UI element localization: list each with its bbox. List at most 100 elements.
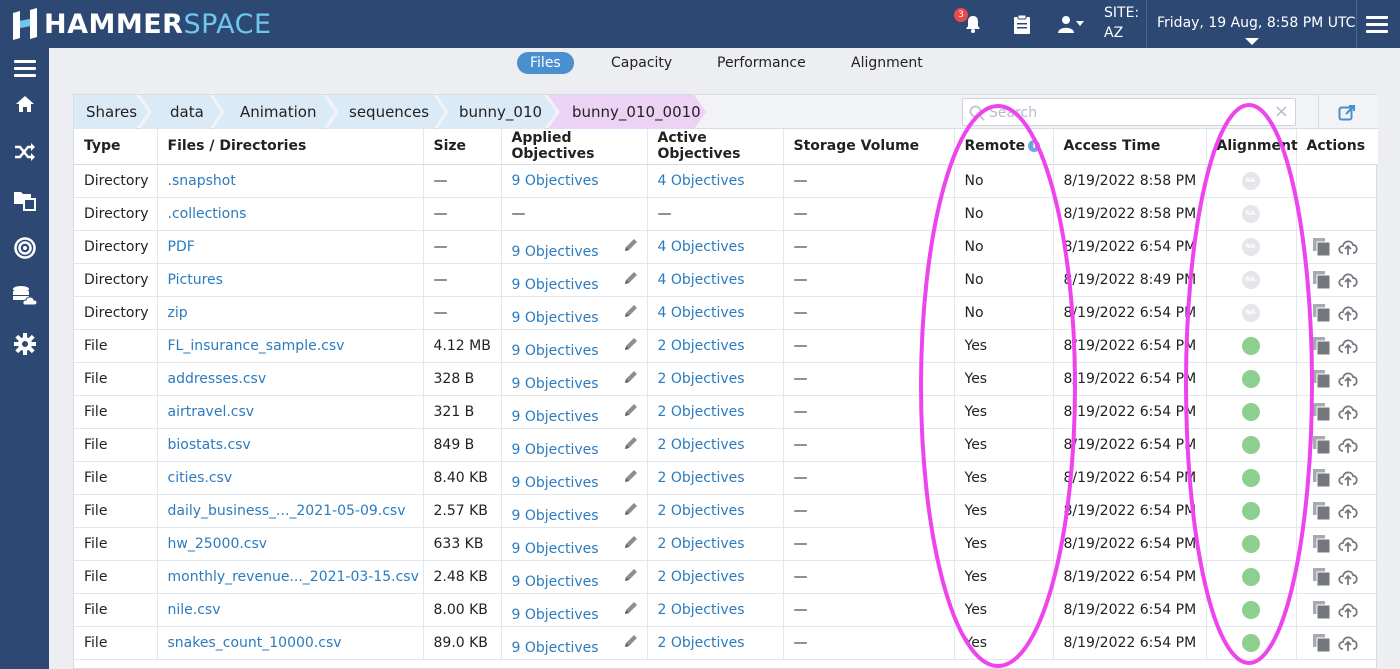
- edit-pencil-icon[interactable]: [623, 237, 639, 253]
- applied-objectives-link[interactable]: 9 Objectives: [512, 343, 599, 359]
- file-name-link[interactable]: airtravel.csv: [168, 404, 255, 420]
- cloud-upload-icon[interactable]: [1337, 468, 1359, 488]
- tab-capacity[interactable]: Capacity: [598, 52, 685, 74]
- applied-objectives-link[interactable]: 9 Objectives: [512, 475, 599, 491]
- copy-icon[interactable]: [1311, 600, 1333, 620]
- file-name-link[interactable]: Pictures: [168, 272, 223, 288]
- table-row[interactable]: Directory .snapshot — 9 Objectives 4 Objecti…: [74, 164, 1378, 198]
- file-name-link[interactable]: hw_25000.csv: [168, 536, 268, 552]
- column-header-type[interactable]: Type: [74, 129, 158, 165]
- active-objectives-link[interactable]: 2 Objectives: [658, 503, 745, 519]
- table-row[interactable]: File addresses.csv 328 B 9 Objectives 2 Obje…: [74, 362, 1378, 396]
- column-header-active-objectives[interactable]: Active Objectives: [647, 129, 784, 165]
- clear-search-icon[interactable]: ×: [1274, 103, 1289, 121]
- breadcrumb-item-animation[interactable]: Animation: [228, 95, 316, 129]
- sidebar-item-storage[interactable]: [12, 284, 38, 308]
- applied-objectives-link[interactable]: 9 Objectives: [512, 640, 599, 656]
- active-objectives-link[interactable]: 2 Objectives: [658, 404, 745, 420]
- table-row[interactable]: File hw_25000.csv 633 KB 9 Objectives 2 Obje…: [74, 527, 1378, 561]
- file-name-link[interactable]: PDF: [168, 239, 195, 255]
- active-objectives-link[interactable]: 2 Objectives: [658, 437, 745, 453]
- cloud-upload-icon[interactable]: [1337, 402, 1359, 422]
- applied-objectives-link[interactable]: 9 Objectives: [512, 574, 599, 590]
- active-objectives-link[interactable]: 2 Objectives: [658, 602, 745, 618]
- column-header-alignment[interactable]: Alignment: [1206, 129, 1298, 165]
- info-icon[interactable]: i: [1028, 140, 1041, 153]
- copy-icon[interactable]: [1311, 435, 1333, 455]
- file-name-link[interactable]: cities.csv: [168, 470, 233, 486]
- table-row[interactable]: File daily_business_..._2021-05-09.csv 2.5…: [74, 494, 1378, 528]
- sidebar-item-files[interactable]: [12, 188, 38, 212]
- copy-icon[interactable]: [1311, 303, 1333, 323]
- cloud-upload-icon[interactable]: [1337, 600, 1359, 620]
- table-row[interactable]: File biostats.csv 849 B 9 Objectives 2 Objec…: [74, 428, 1378, 462]
- open-external-icon[interactable]: [1338, 104, 1356, 122]
- search-input[interactable]: [989, 103, 1269, 123]
- table-row[interactable]: File monthly_revenue..._2021-03-15.csv 2.4…: [74, 560, 1378, 594]
- hammerspace-logo[interactable]: HAMMERSPACE: [10, 6, 272, 42]
- tab-performance[interactable]: Performance: [704, 52, 819, 74]
- table-row[interactable]: File airtravel.csv 321 B 9 Objectives 2 Obje…: [74, 395, 1378, 429]
- sidebar-item-data-mobility[interactable]: [12, 140, 38, 164]
- active-objectives-link[interactable]: 2 Objectives: [658, 635, 745, 651]
- active-objectives-link[interactable]: 4 Objectives: [658, 239, 745, 255]
- cloud-upload-icon[interactable]: [1337, 435, 1359, 455]
- table-row[interactable]: Directory .collections — — — — No 8/19/2022 8:5…: [74, 197, 1378, 231]
- file-name-link[interactable]: addresses.csv: [168, 371, 267, 387]
- active-objectives-link[interactable]: 2 Objectives: [658, 470, 745, 486]
- main-menu-icon[interactable]: [1366, 16, 1388, 37]
- applied-objectives-link[interactable]: 9 Objectives: [512, 277, 599, 293]
- active-objectives-link[interactable]: 2 Objectives: [658, 569, 745, 585]
- tab-alignment[interactable]: Alignment: [838, 52, 936, 74]
- tab-files[interactable]: Files: [517, 52, 574, 74]
- applied-objectives-link[interactable]: 9 Objectives: [512, 541, 599, 557]
- applied-objectives-link[interactable]: 9 Objectives: [512, 310, 599, 326]
- breadcrumb-item-data[interactable]: data: [158, 95, 204, 129]
- active-objectives-link[interactable]: 2 Objectives: [658, 536, 745, 552]
- datetime-dropdown-icon[interactable]: [1245, 38, 1259, 45]
- applied-objectives-link[interactable]: 9 Objectives: [512, 442, 599, 458]
- breadcrumb-item-bunny-010[interactable]: bunny_010: [447, 95, 542, 129]
- edit-pencil-icon[interactable]: [623, 468, 639, 484]
- applied-objectives-link[interactable]: 9 Objectives: [512, 376, 599, 392]
- table-row[interactable]: File nile.csv 8.00 KB 9 Objectives 2 Objecti…: [74, 593, 1378, 627]
- column-header-access-time[interactable]: Access Time: [1053, 129, 1207, 165]
- copy-icon[interactable]: [1311, 336, 1333, 356]
- tasks-button[interactable]: [1009, 12, 1035, 36]
- active-objectives-link[interactable]: 4 Objectives: [658, 272, 745, 288]
- copy-icon[interactable]: [1311, 270, 1333, 290]
- file-name-link[interactable]: biostats.csv: [168, 437, 251, 453]
- user-menu-button[interactable]: [1056, 12, 1086, 36]
- table-row[interactable]: File FL_insurance_sample.csv 4.12 MB 9 Obje…: [74, 329, 1378, 363]
- active-objectives-link[interactable]: 2 Objectives: [658, 371, 745, 387]
- column-header-remote[interactable]: Remote i: [954, 129, 1054, 165]
- file-name-link[interactable]: zip: [168, 305, 188, 321]
- edit-pencil-icon[interactable]: [623, 534, 639, 550]
- column-header-size[interactable]: Size: [423, 129, 502, 165]
- edit-pencil-icon[interactable]: [623, 369, 639, 385]
- table-row[interactable]: Directory zip —9 Objectives 4 Objectives — No…: [74, 296, 1378, 330]
- copy-icon[interactable]: [1311, 468, 1333, 488]
- cloud-upload-icon[interactable]: [1337, 336, 1359, 356]
- active-objectives-link[interactable]: 4 Objectives: [658, 305, 745, 321]
- cloud-upload-icon[interactable]: [1337, 270, 1359, 290]
- datetime[interactable]: Friday, 19 Aug, 8:58 PM UTC: [1157, 15, 1355, 31]
- edit-pencil-icon[interactable]: [623, 501, 639, 517]
- edit-pencil-icon[interactable]: [623, 270, 639, 286]
- file-name-link[interactable]: .collections: [168, 206, 247, 222]
- notifications-button[interactable]: 3: [954, 8, 986, 36]
- copy-icon[interactable]: [1311, 402, 1333, 422]
- copy-icon[interactable]: [1311, 534, 1333, 554]
- copy-icon[interactable]: [1311, 501, 1333, 521]
- edit-pencil-icon[interactable]: [623, 303, 639, 319]
- applied-objectives-link[interactable]: 9 Objectives: [512, 409, 599, 425]
- edit-pencil-icon[interactable]: [623, 336, 639, 352]
- cloud-upload-icon[interactable]: [1337, 567, 1359, 587]
- applied-objectives-link[interactable]: 9 Objectives: [512, 607, 599, 623]
- cloud-upload-icon[interactable]: [1337, 237, 1359, 257]
- sidebar-item-objectives[interactable]: [12, 236, 38, 260]
- copy-icon[interactable]: [1311, 369, 1333, 389]
- breadcrumb-item-shares[interactable]: Shares: [74, 95, 137, 129]
- file-name-link[interactable]: FL_insurance_sample.csv: [168, 338, 345, 354]
- file-name-link[interactable]: daily_business_..._2021-05-09.csv: [168, 503, 406, 519]
